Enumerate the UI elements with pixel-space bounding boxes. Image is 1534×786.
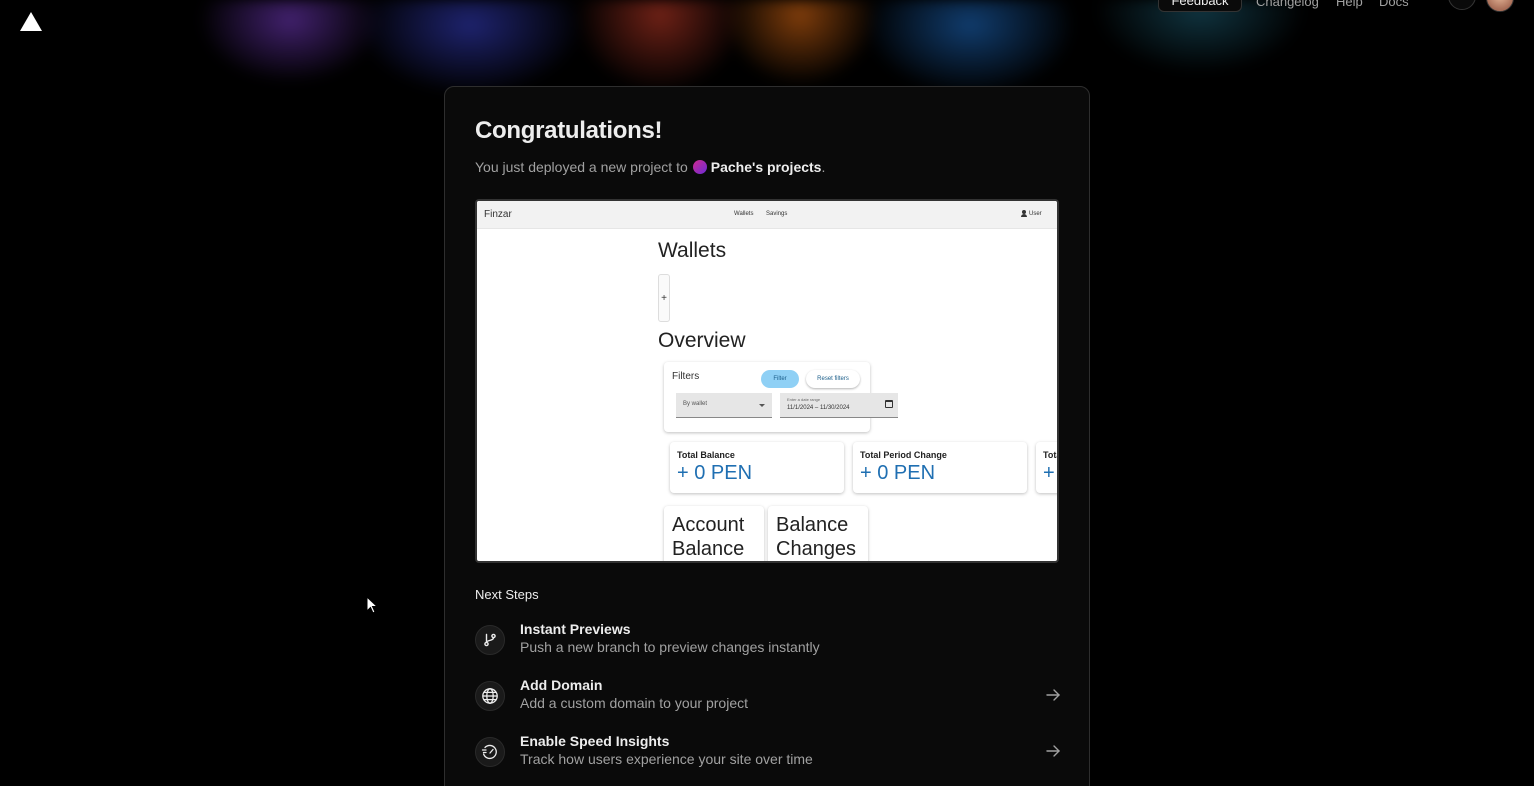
preview-stat-label: Total Period Change [860,450,947,460]
preview-filter-button: Filter [761,370,799,388]
deployment-success-card: Congratulations! You just deployed a new… [444,86,1090,786]
preview-balance-changes-card: Balance Changes [768,506,868,561]
user-icon [1021,210,1027,217]
preview-heading-wallets: Wallets [658,239,727,262]
mouse-cursor-icon [366,596,378,614]
git-branch-icon [475,625,505,655]
team-avatar-icon [692,160,707,174]
preview-date-start: 11/1/2024 [787,405,814,411]
top-navigation-bar: Feedback Changelog Help Docs [0,0,1534,44]
preview-stat-truncated: Tota + [1036,442,1057,493]
caret-down-icon [759,404,765,407]
preview-wallet-select-value: By wallet [683,401,708,407]
preview-date-range: Enter a date range 11/1/2024 – 11/30/202… [780,393,898,418]
preview-date-label: Enter a date range [787,397,821,402]
preview-heading-overview: Overview [658,329,746,352]
preview-user-label: User [1029,210,1042,217]
step-description: Push a new branch to preview changes ins… [520,639,820,655]
speed-gauge-icon [475,737,505,767]
step-title: Instant Previews [520,621,631,637]
preview-app-bar: Finzar Wallets Savings User [477,201,1057,229]
preview-stat-total-balance: Total Balance + 0 PEN [670,442,844,493]
preview-reset-filters-button: Reset filters [806,370,860,388]
feedback-button[interactable]: Feedback [1158,0,1242,12]
preview-add-wallet-button: + [658,274,670,322]
docs-link[interactable]: Docs [1379,0,1409,9]
preview-stat-value: + [1043,462,1055,484]
avatar[interactable] [1486,0,1514,12]
help-link[interactable]: Help [1336,0,1363,9]
preview-date-separator: – [814,405,819,411]
step-title: Add Domain [520,677,603,693]
preview-stat-label: Tota [1043,450,1057,460]
step-description: Track how users experience your site ove… [520,751,813,767]
preview-stat-value: + 0 PEN [677,462,753,484]
preview-stat-value: + 0 PEN [860,462,936,484]
page-title: Congratulations! [475,117,663,144]
preview-chart-title: Account Balance [672,514,745,560]
arrow-right-icon[interactable] [1045,743,1061,759]
vercel-logo[interactable] [20,12,42,32]
preview-stat-total-period-change: Total Period Change + 0 PEN [853,442,1027,493]
team-name-link[interactable]: Pache's projects [711,159,822,175]
deployment-subtitle: You just deployed a new project to Pache… [475,159,825,175]
deployment-preview-screenshot[interactable]: Finzar Wallets Savings User Wallets + Ov… [475,199,1059,563]
preview-chart-title: Balance Changes [776,514,857,560]
subtitle-text: You just deployed a new project to [475,159,688,175]
next-step-add-domain[interactable]: Add Domain Add a custom domain to your p… [475,675,1061,719]
changelog-link[interactable]: Changelog [1256,0,1319,9]
arrow-right-icon[interactable] [1045,687,1061,703]
preview-wallet-select: By wallet [676,393,772,418]
next-steps-heading: Next Steps [475,587,539,602]
subtitle-period: . [821,159,826,175]
next-step-speed-insights[interactable]: Enable Speed Insights Track how users ex… [475,731,1061,775]
preview-nav-savings: Savings [766,211,788,217]
preview-filters-panel: Filters Filter Reset filters By wallet E… [664,362,898,432]
preview-date-value: 11/1/2024 – 11/30/2024 [787,405,850,411]
preview-filters-label: Filters [672,371,700,382]
notifications-button[interactable] [1448,0,1476,10]
preview-user: User [1021,210,1042,217]
preview-nav-wallets: Wallets [734,211,754,217]
next-step-instant-previews[interactable]: Instant Previews Push a new branch to pr… [475,619,1061,663]
preview-brand: Finzar [484,209,512,220]
preview-account-balance-card: Account Balance [664,506,764,561]
calendar-icon [885,400,893,408]
preview-date-end: 11/30/2024 [819,405,850,411]
step-title: Enable Speed Insights [520,733,670,749]
globe-icon [475,681,505,711]
preview-stat-label: Total Balance [677,450,735,460]
step-description: Add a custom domain to your project [520,695,749,711]
